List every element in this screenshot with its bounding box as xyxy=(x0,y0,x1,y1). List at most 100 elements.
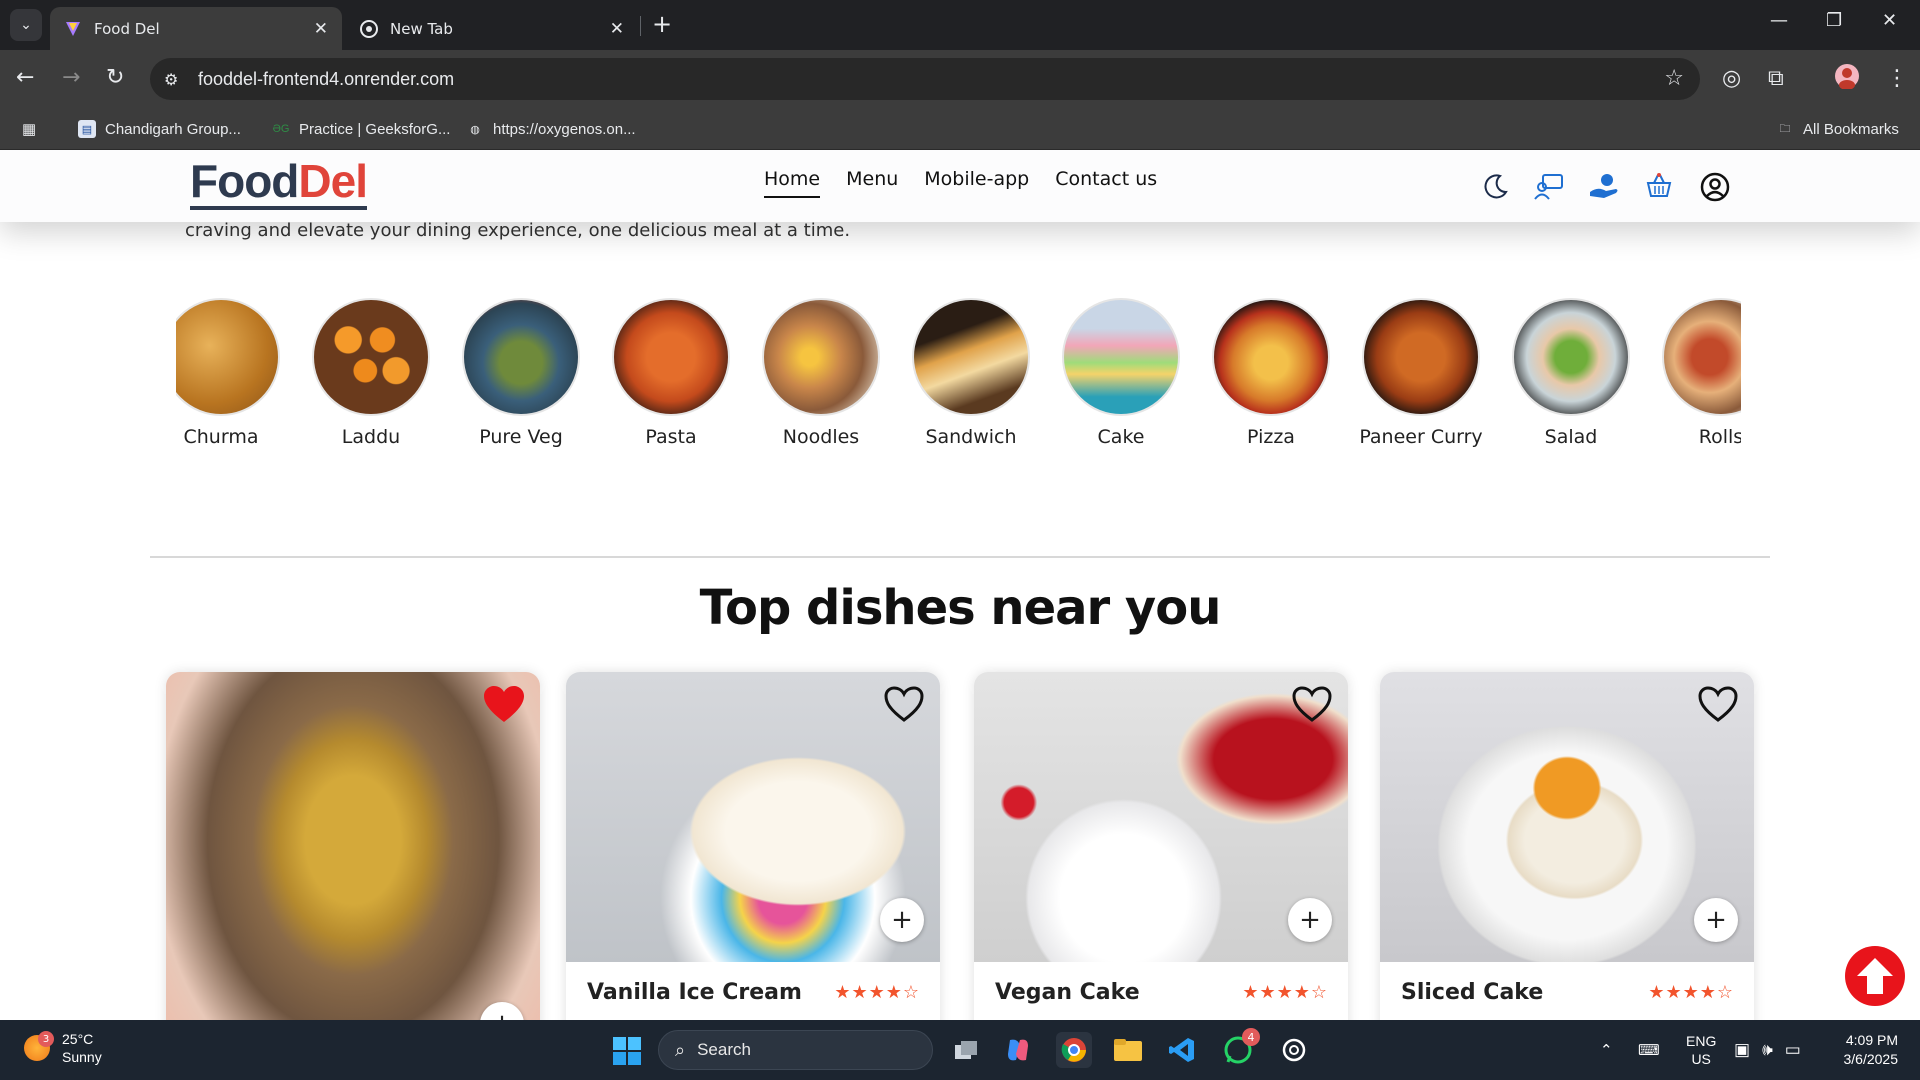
category-paneer-curry[interactable]: Paneer Curry xyxy=(1346,298,1496,448)
category-cake[interactable]: Cake xyxy=(1046,298,1196,448)
bookmark-item[interactable]: ◍ https://oxygenos.on... xyxy=(466,118,636,140)
search-label: Search xyxy=(697,1040,751,1059)
more-menu-icon[interactable]: ⋮ xyxy=(1886,66,1908,91)
clock[interactable]: 4:09 PM 3/6/2025 xyxy=(1838,1020,1899,1080)
rating-stars: ★★★★☆ xyxy=(834,982,920,1003)
chrome-taskbar-icon[interactable] xyxy=(1056,1032,1092,1068)
windows-taskbar: 3 25°C Sunny ⌕ Search 4 ⌃ ⌨ ENG US ▣ 🕪 ▭… xyxy=(0,1020,1920,1080)
category-noodles[interactable]: Noodles xyxy=(746,298,896,448)
chat-support-icon[interactable] xyxy=(1534,172,1564,204)
bookmark-star-icon[interactable]: ☆ xyxy=(1664,66,1684,91)
bookmark-item[interactable]: ƏG Practice | GeeksforG... xyxy=(272,118,451,140)
add-to-cart-button[interactable]: + xyxy=(1288,898,1332,942)
intro-text: craving and elevate your dining experien… xyxy=(185,220,851,241)
system-tray-icons[interactable]: ▣ 🕪 ▭ xyxy=(1734,1020,1801,1080)
category-salad[interactable]: Salad xyxy=(1496,298,1646,448)
category-churma[interactable]: Churma xyxy=(176,298,296,448)
favorite-heart-icon[interactable] xyxy=(882,684,926,728)
scroll-to-top-button[interactable] xyxy=(1845,946,1905,1006)
user-profile-icon[interactable] xyxy=(1700,172,1730,206)
forward-icon[interactable]: → xyxy=(62,66,80,90)
address-bar[interactable]: ⚙ fooddel-frontend4.onrender.com ☆ xyxy=(150,58,1700,100)
close-tab-icon[interactable]: ✕ xyxy=(610,19,624,39)
nav-contact-us[interactable]: Contact us xyxy=(1055,168,1157,198)
arrow-up-icon xyxy=(1857,958,1893,994)
dish-name: Sliced Cake xyxy=(1401,980,1544,1005)
category-rolls[interactable]: Rolls xyxy=(1646,298,1741,448)
category-label: Sandwich xyxy=(925,426,1017,448)
rating-stars: ★★★★☆ xyxy=(1648,982,1734,1003)
weather-widget[interactable]: 3 25°C Sunny xyxy=(24,1030,102,1066)
vscode-icon[interactable] xyxy=(1164,1032,1200,1068)
site-info-icon[interactable]: ⚙ xyxy=(164,70,184,89)
whatsapp-badge: 4 xyxy=(1242,1028,1260,1046)
category-pizza[interactable]: Pizza xyxy=(1196,298,1346,448)
favorite-heart-icon[interactable] xyxy=(482,684,526,728)
dish-card[interactable]: + Vegan Cake ★★★★☆ xyxy=(974,672,1348,1020)
tab-separator xyxy=(640,16,641,36)
chatgpt-icon[interactable] xyxy=(1276,1032,1312,1068)
file-explorer-icon[interactable] xyxy=(1110,1032,1146,1068)
category-laddu[interactable]: Laddu xyxy=(296,298,446,448)
close-window-icon[interactable]: ✕ xyxy=(1882,10,1897,31)
favorite-heart-icon[interactable] xyxy=(1696,684,1740,728)
reload-icon[interactable]: ↻ xyxy=(106,66,124,90)
minimize-icon[interactable]: — xyxy=(1770,10,1788,31)
whatsapp-icon[interactable]: 4 xyxy=(1220,1028,1260,1068)
extensions-icon[interactable]: ⧉ xyxy=(1768,66,1784,91)
add-to-cart-button[interactable]: + xyxy=(1694,898,1738,942)
category-label: Churma xyxy=(183,426,259,448)
site-logo[interactable]: FoodDel xyxy=(190,156,368,210)
add-to-cart-button[interactable]: + xyxy=(880,898,924,942)
category-image xyxy=(1362,298,1480,416)
nav-mobile-app[interactable]: Mobile-app xyxy=(924,168,1029,198)
delivery-hand-icon[interactable] xyxy=(1588,172,1620,204)
category-label: Cake xyxy=(1097,426,1145,448)
keyboard-icon[interactable]: ⌨ xyxy=(1638,1020,1660,1080)
browser-tab-strip: ⌄ Food Del ✕ New Tab ✕ + — ❐ ✕ xyxy=(0,0,1920,50)
category-label: Laddu xyxy=(341,426,401,448)
nav-home[interactable]: Home xyxy=(764,168,821,198)
tab-search-button[interactable]: ⌄ xyxy=(10,9,42,41)
new-tab-button[interactable]: + xyxy=(652,11,672,37)
restore-icon[interactable]: ❐ xyxy=(1826,10,1842,31)
category-pure-veg[interactable]: Pure Veg xyxy=(446,298,596,448)
tab-title: Food Del xyxy=(94,19,160,38)
nav-menu[interactable]: Menu xyxy=(846,168,898,198)
category-image xyxy=(1212,298,1330,416)
apps-grid-icon[interactable]: ▦ xyxy=(22,118,36,140)
windows-start-icon[interactable] xyxy=(612,1036,642,1066)
tab-new-tab[interactable]: New Tab ✕ xyxy=(346,7,638,50)
lens-icon[interactable]: ◎ xyxy=(1722,66,1741,91)
tab-food-del[interactable]: Food Del ✕ xyxy=(50,7,342,50)
task-view-icon[interactable] xyxy=(948,1032,984,1068)
back-icon[interactable]: ← xyxy=(16,66,34,90)
clock-date: 3/6/2025 xyxy=(1843,1051,1899,1067)
weather-condition: Sunny xyxy=(62,1049,102,1065)
taskbar-search[interactable]: ⌕ Search xyxy=(658,1030,933,1070)
profile-avatar[interactable] xyxy=(1834,63,1860,95)
category-pasta[interactable]: Pasta xyxy=(596,298,746,448)
bookmark-label: https://oxygenos.on... xyxy=(493,120,636,138)
food-del-favicon-icon xyxy=(64,20,82,38)
dish-card[interactable]: + xyxy=(166,672,540,1020)
close-tab-icon[interactable]: ✕ xyxy=(314,19,328,39)
bookmark-item[interactable]: ▤ Chandigarh Group... xyxy=(78,118,241,140)
dish-card[interactable]: + Sliced Cake ★★★★☆ xyxy=(1380,672,1754,1020)
weather-badge: 3 xyxy=(38,1031,54,1047)
dark-mode-moon-icon[interactable] xyxy=(1482,172,1510,204)
all-bookmarks-button[interactable]: 🗀 All Bookmarks xyxy=(1776,118,1899,140)
copilot-icon[interactable] xyxy=(1000,1032,1036,1068)
category-image xyxy=(1062,298,1180,416)
main-nav: Home Menu Mobile-app Contact us xyxy=(764,168,1157,198)
url-text[interactable]: fooddel-frontend4.onrender.com xyxy=(198,69,454,90)
language-indicator[interactable]: ENG US xyxy=(1686,1020,1716,1080)
cart-basket-icon[interactable] xyxy=(1645,172,1673,204)
category-sandwich[interactable]: Sandwich xyxy=(896,298,1046,448)
dish-card[interactable]: + Vanilla Ice Cream ★★★★☆ xyxy=(566,672,940,1020)
section-divider xyxy=(150,556,1770,558)
category-image xyxy=(912,298,1030,416)
show-hidden-icons[interactable]: ⌃ xyxy=(1600,1020,1613,1080)
rating-stars: ★★★★☆ xyxy=(1242,982,1328,1003)
favorite-heart-icon[interactable] xyxy=(1290,684,1334,728)
